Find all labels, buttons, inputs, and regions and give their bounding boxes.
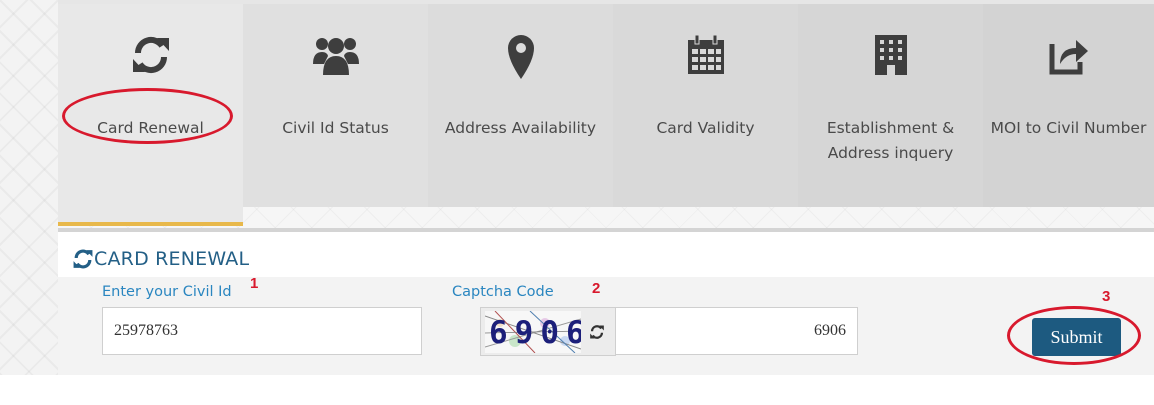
captcha-label: Captcha Code [452,284,554,300]
civil-id-input[interactable] [102,307,422,355]
background-pattern [0,0,58,375]
captcha-box: 6906 [480,307,616,356]
tab-label: Civil Id Status [282,119,389,137]
tab-address-availability[interactable]: Address Availability [428,4,613,207]
tab-label: Card Renewal [97,119,204,137]
map-marker-icon [428,34,613,84]
civil-id-label: Enter your Civil Id [102,284,232,300]
submit-button[interactable]: Submit [1032,318,1121,356]
tab-label: Card Validity [656,119,755,137]
section-title-text: CARD RENEWAL [94,248,250,270]
tab-moi-to-civil-number[interactable]: MOI to Civil Number [983,4,1154,207]
refresh-icon [58,34,243,84]
calendar-icon [613,34,798,84]
captcha-text: 6906 [489,315,581,351]
tab-label: Address Availability [444,119,597,137]
captcha-input[interactable] [615,307,858,355]
annotation-number: 2 [592,280,601,297]
tab-civil-id-status[interactable]: Civil Id Status [243,4,428,207]
building-icon [798,34,983,84]
tab-card-renewal[interactable]: Card Renewal [58,4,243,226]
users-icon [243,34,428,84]
captcha-image: 6906 [485,311,581,353]
share-icon [983,34,1154,84]
service-tabs: Card Renewal Civil Id Status Address Ava… [58,0,1154,232]
tab-label: Establishment & Address inquery [826,119,955,162]
tab-establishment-address-inquery[interactable]: Establishment & Address inquery [798,4,983,207]
captcha-refresh-icon[interactable] [589,324,605,340]
annotation-number: 1 [250,275,259,292]
tab-card-validity[interactable]: Card Validity [613,4,798,207]
annotation-number: 3 [1102,288,1111,305]
section-title: CARD RENEWAL [72,244,249,274]
refresh-icon [73,249,93,269]
tab-label: MOI to Civil Number [990,119,1147,137]
